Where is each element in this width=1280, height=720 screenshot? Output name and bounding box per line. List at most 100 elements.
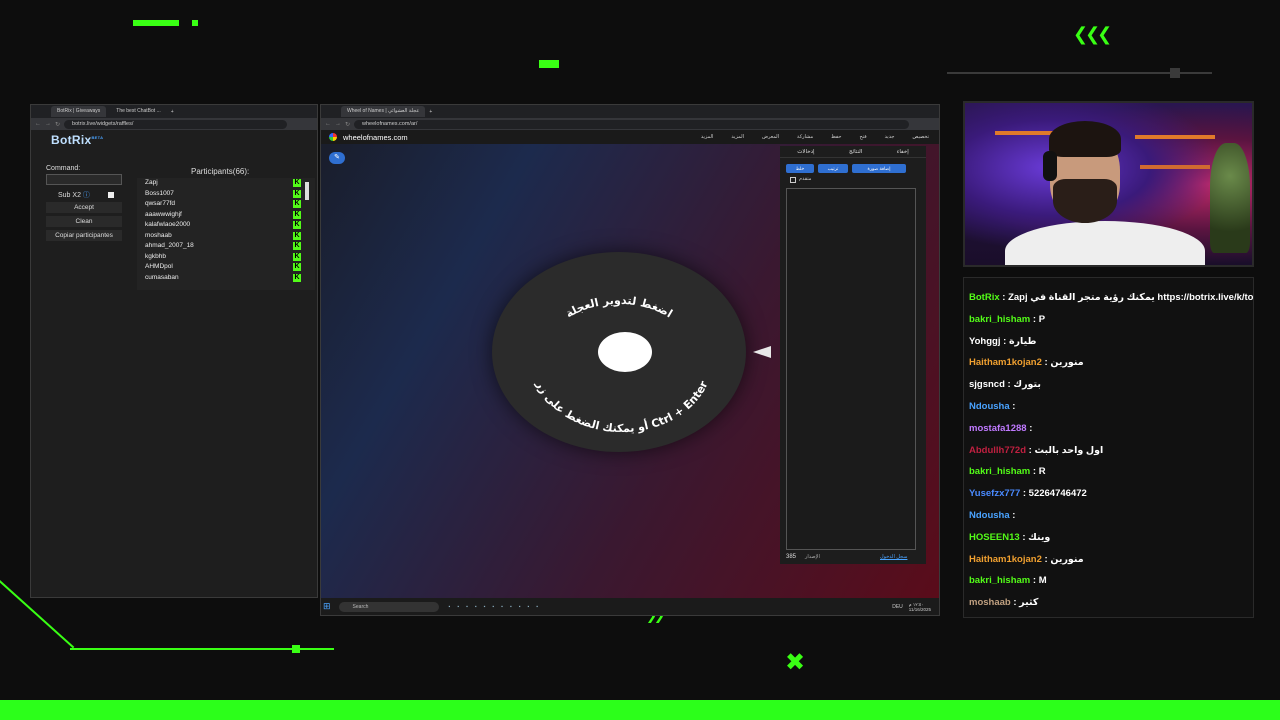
chat-username[interactable]: Yohggj	[969, 336, 1000, 347]
chevrons-left-icon: ❮❮❮	[1073, 24, 1112, 44]
menu-gallery[interactable]: المعرض	[762, 134, 779, 140]
reload-icon[interactable]: ↻	[55, 121, 60, 128]
new-tab-icon[interactable]: +	[429, 109, 432, 115]
bottom-green-bar	[0, 700, 1280, 720]
chat-username[interactable]: Haitham1kojan2	[969, 554, 1042, 565]
chat-username[interactable]: Yusefzx777	[969, 488, 1020, 499]
chat-username[interactable]: Ndousha	[969, 401, 1010, 412]
participant-row: qwsar77fd K	[137, 199, 315, 210]
botrix-url[interactable]: botrix.live/widgets/raffles/	[64, 119, 287, 129]
chat-message: Ndousha :	[969, 401, 1015, 412]
sub-x2-checkbox[interactable]	[108, 192, 114, 198]
participant-name: moshaab	[145, 231, 172, 239]
chat-message: mostafa1288 :	[969, 423, 1032, 434]
chat-message: moshaab : كثير	[969, 597, 1038, 608]
kick-badge-icon: K	[293, 179, 301, 187]
participant-row: kalafwlaoe2000 K	[137, 220, 315, 231]
close-x-icon: ✖	[785, 649, 806, 676]
accept-button[interactable]: Accept	[46, 202, 122, 213]
chat-username[interactable]: Haitham1kojan2	[969, 357, 1042, 368]
taskbar-lang[interactable]: DEU	[892, 604, 903, 610]
command-input[interactable]	[46, 174, 122, 185]
chat-username[interactable]: Ndousha	[969, 510, 1010, 521]
participant-row: Zapj K	[137, 178, 315, 189]
svg-text:اضغط لتدوير العجلة: اضغط لتدوير العجلة	[563, 294, 674, 321]
chat-message: sjgsncd : بتورك	[969, 379, 1041, 390]
chat-text: : M	[1030, 575, 1047, 587]
chat-text: : منورين	[1041, 357, 1084, 369]
tab-results[interactable]: النتائج	[849, 149, 862, 155]
wheel-url[interactable]: wheelofnames.com/ar/	[354, 119, 909, 129]
login-link[interactable]: سجل الدخول	[880, 554, 907, 560]
kick-badge-icon: K	[293, 200, 301, 208]
windows-start-icon[interactable]: ⊞	[323, 601, 331, 612]
entries-textarea[interactable]	[786, 188, 916, 550]
menu-more-2[interactable]: المزيد	[731, 134, 744, 140]
chat-username[interactable]: bakri_hisham	[969, 466, 1030, 477]
chat-text: : طيارة	[1000, 335, 1037, 347]
kick-badge-icon: K	[293, 273, 301, 282]
participant-row: moshaab K	[137, 231, 315, 242]
advanced-checkbox[interactable]	[790, 177, 796, 183]
list-scrollbar[interactable]	[305, 182, 309, 200]
chat-text: :	[1009, 401, 1016, 412]
taskbar-search[interactable]: Search	[338, 601, 439, 612]
chat-username[interactable]: Abdullh772d	[969, 445, 1026, 456]
botrix-urlbar: ← → ↻ botrix.live/widgets/raffles/	[31, 118, 317, 130]
tab-hide[interactable]: إخفاء	[897, 149, 909, 155]
forward-icon[interactable]: →	[45, 121, 51, 127]
chat-username[interactable]: BotRix	[969, 292, 1000, 303]
kick-badge-icon: K	[293, 242, 301, 250]
back-icon[interactable]: ←	[325, 121, 331, 127]
tab-botrix[interactable]: BotRix | Giveaways	[51, 106, 107, 117]
tab-entries[interactable]: إدخالات	[797, 149, 814, 155]
entries-count-label: الإصدار	[805, 554, 820, 560]
copy-participants-button[interactable]: Copiar participantes	[46, 230, 122, 241]
windows-taskbar: ⊞ Search ▪▪▪▪▪▪▪▪▪▪▪ DEU ١٢:٥٠ م 11/16/2…	[321, 598, 939, 615]
chat-message: Yohggj : طيارة	[969, 336, 1036, 347]
tab-chatbot[interactable]: The best ChatBot ...	[110, 106, 166, 117]
chat-text: :	[1026, 422, 1033, 434]
participant-row: Boss1007 K	[137, 189, 315, 200]
chat-username[interactable]: sjgsncd	[969, 379, 1005, 390]
new-tab-icon[interactable]: +	[171, 109, 174, 115]
add-image-button[interactable]: إضافة صورة	[852, 164, 906, 173]
edit-pencil-icon[interactable]: ✎	[329, 152, 345, 164]
wheel-text-top: اضغط لتدوير العجلة	[563, 294, 674, 321]
menu-save[interactable]: حفظ	[831, 134, 841, 140]
chat-text: :	[1009, 510, 1016, 521]
chat-username[interactable]: HOSEEN13	[969, 532, 1020, 543]
menu-customize[interactable]: تخصيص	[912, 134, 929, 140]
chat-text: : P	[1030, 313, 1046, 325]
clean-button[interactable]: Clean	[46, 216, 122, 227]
reload-icon[interactable]: ↻	[345, 121, 350, 128]
site-menu: المزيد المزيد المعرض مشاركة حفظ فتح جديد…	[701, 130, 929, 144]
shuffle-button[interactable]: خلط	[786, 164, 814, 173]
tab-wheel-of-names[interactable]: Wheel of Names | عجلة العشوائي	[341, 106, 426, 117]
spin-wheel[interactable]: اضغط لتدوير العجلة أو يمكنك الضغط على زر…	[492, 252, 746, 452]
chat-message: HOSEEN13 : وينك	[969, 532, 1050, 543]
chat-username[interactable]: bakri_hisham	[969, 314, 1030, 325]
menu-share[interactable]: مشاركة	[797, 134, 813, 140]
sort-button[interactable]: ترتيب	[818, 164, 848, 173]
kick-badge-icon: K	[293, 263, 301, 271]
botrix-logo: BotRixBETA	[51, 133, 104, 147]
kick-badge-icon: K	[293, 231, 301, 240]
participant-name: kalafwlaoe2000	[145, 221, 191, 228]
menu-new[interactable]: جديد	[885, 134, 895, 140]
chat-username[interactable]: moshaab	[969, 597, 1011, 608]
menu-open[interactable]: فتح	[860, 134, 867, 140]
menu-more[interactable]: المزيد	[701, 134, 714, 140]
chat-username[interactable]: mostafa1288	[969, 423, 1027, 434]
chat-username[interactable]: bakri_hisham	[969, 575, 1030, 586]
wheel-hub[interactable]	[598, 332, 652, 372]
taskbar-clock[interactable]: ١٢:٥٠ م 11/16/2025	[909, 602, 931, 612]
taskbar-tray: DEU ١٢:٥٠ م 11/16/2025	[892, 602, 939, 612]
forward-icon[interactable]: →	[335, 121, 341, 127]
participant-name: Boss1007	[145, 189, 174, 197]
site-name[interactable]: wheelofnames.com	[343, 133, 408, 142]
chat-text: : 52264746472	[1020, 488, 1087, 500]
person-hair	[1049, 121, 1121, 157]
chat-message: bakri_hisham : M	[969, 575, 1047, 586]
back-icon[interactable]: ←	[35, 121, 41, 127]
